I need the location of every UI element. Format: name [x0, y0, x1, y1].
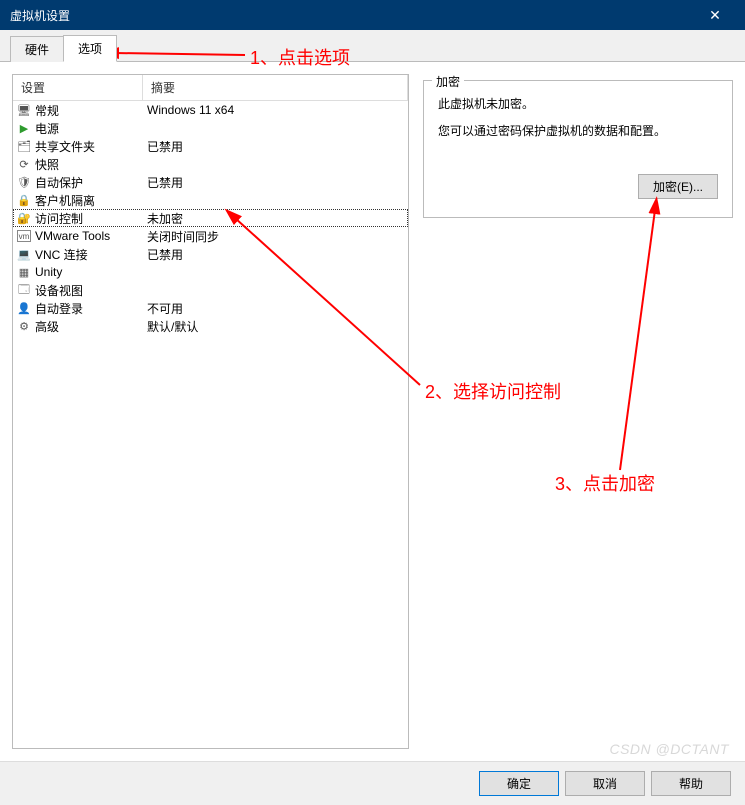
cell-setting: ▦ Unity: [13, 265, 143, 279]
list-row[interactable]: 🖥 常规 Windows 11 x64: [13, 101, 408, 119]
tab-options[interactable]: 选项: [63, 35, 117, 62]
content-area: 设置 摘要 🖥常规Windows 11 x64▶电源🗂共享文件夹已禁用⟳快照🛡自…: [0, 62, 745, 761]
list-row[interactable]: ▶ 电源: [13, 119, 408, 137]
row-icon: ▶: [17, 121, 31, 135]
help-button[interactable]: 帮助: [651, 771, 731, 796]
cell-setting: 🗔 设备视图: [13, 282, 143, 299]
row-label: Unity: [35, 265, 62, 279]
encryption-groupbox: 加密 此虚拟机未加密。 您可以通过密码保护虚拟机的数据和配置。 加密(E)...: [423, 80, 733, 218]
cell-setting: ▶ 电源: [13, 120, 143, 137]
cell-setting: 🛡 自动保护: [13, 174, 143, 191]
cell-setting: vm VMware Tools: [13, 229, 143, 243]
row-label: 共享文件夹: [35, 138, 95, 155]
row-label: 电源: [35, 120, 59, 137]
row-label: 客户机隔离: [35, 192, 95, 209]
list-header: 设置 摘要: [13, 75, 408, 101]
list-row[interactable]: 🗔 设备视图: [13, 281, 408, 299]
button-bar: 确定 取消 帮助: [0, 761, 745, 805]
row-label: 访问控制: [35, 210, 83, 227]
list-row[interactable]: 🛡 自动保护 已禁用: [13, 173, 408, 191]
list-row[interactable]: ⚙ 高级 默认/默认: [13, 317, 408, 335]
list-row[interactable]: ⟳ 快照: [13, 155, 408, 173]
cell-summary: 未加密: [143, 210, 408, 227]
cell-setting: ⟳ 快照: [13, 156, 143, 173]
header-summary[interactable]: 摘要: [143, 75, 408, 100]
cell-summary: 已禁用: [143, 246, 408, 263]
list-row[interactable]: 🔐 访问控制 未加密: [13, 209, 408, 227]
encryption-status-text: 此虚拟机未加密。: [438, 95, 718, 112]
right-panel: 加密 此虚拟机未加密。 您可以通过密码保护虚拟机的数据和配置。 加密(E)...: [423, 74, 733, 749]
watermark: CSDN @DCTANT: [609, 741, 729, 757]
settings-list: 设置 摘要 🖥常规Windows 11 x64▶电源🗂共享文件夹已禁用⟳快照🛡自…: [12, 74, 409, 749]
cell-setting: 🔒 客户机隔离: [13, 192, 143, 209]
row-icon: 💻: [17, 247, 31, 261]
cell-summary: 已禁用: [143, 174, 408, 191]
cell-setting: 🔐 访问控制: [13, 210, 143, 227]
cell-summary: 不可用: [143, 300, 408, 317]
cell-setting: 🗂 共享文件夹: [13, 138, 143, 155]
row-label: VNC 连接: [35, 246, 88, 263]
close-button[interactable]: ✕: [695, 0, 735, 30]
header-setting[interactable]: 设置: [13, 75, 143, 100]
window-title: 虚拟机设置: [10, 7, 70, 24]
row-icon: 🔒: [17, 193, 31, 207]
cell-setting: 👤 自动登录: [13, 300, 143, 317]
list-row[interactable]: 💻 VNC 连接 已禁用: [13, 245, 408, 263]
row-label: 常规: [35, 102, 59, 119]
row-label: 设备视图: [35, 282, 83, 299]
list-row[interactable]: vm VMware Tools 关闭时间同步: [13, 227, 408, 245]
close-icon: ✕: [709, 7, 721, 24]
encrypt-button[interactable]: 加密(E)...: [638, 174, 718, 199]
cell-summary: Windows 11 x64: [143, 103, 408, 117]
cell-summary: 默认/默认: [143, 318, 408, 335]
encryption-description-text: 您可以通过密码保护虚拟机的数据和配置。: [438, 122, 718, 139]
cell-summary: 关闭时间同步: [143, 228, 408, 245]
row-label: 高级: [35, 318, 59, 335]
row-icon: vm: [17, 230, 31, 242]
row-icon: 🔐: [17, 211, 31, 225]
tab-strip: 硬件 选项: [0, 30, 745, 62]
cell-setting: 🖥 常规: [13, 102, 143, 119]
list-row[interactable]: 🔒 客户机隔离: [13, 191, 408, 209]
groupbox-title: 加密: [432, 73, 464, 90]
cell-summary: 已禁用: [143, 138, 408, 155]
row-icon: ▦: [17, 265, 31, 279]
row-icon: 👤: [17, 301, 31, 315]
row-icon: ⟳: [17, 157, 31, 171]
cancel-button[interactable]: 取消: [565, 771, 645, 796]
row-icon: 🗂: [17, 139, 31, 153]
row-icon: 🖥: [17, 103, 31, 117]
cell-setting: ⚙ 高级: [13, 318, 143, 335]
ok-button[interactable]: 确定: [479, 771, 559, 796]
row-label: 快照: [35, 156, 59, 173]
row-label: VMware Tools: [35, 229, 110, 243]
row-label: 自动登录: [35, 300, 83, 317]
row-icon: ⚙: [17, 319, 31, 333]
list-row[interactable]: 🗂 共享文件夹 已禁用: [13, 137, 408, 155]
row-icon: 🛡: [17, 175, 31, 189]
list-body: 🖥常规Windows 11 x64▶电源🗂共享文件夹已禁用⟳快照🛡自动保护已禁用…: [13, 101, 408, 335]
row-icon: 🗔: [17, 283, 31, 297]
cell-setting: 💻 VNC 连接: [13, 246, 143, 263]
list-row[interactable]: ▦ Unity: [13, 263, 408, 281]
list-row[interactable]: 👤 自动登录 不可用: [13, 299, 408, 317]
tab-hardware[interactable]: 硬件: [10, 36, 64, 62]
row-label: 自动保护: [35, 174, 83, 191]
title-bar: 虚拟机设置 ✕: [0, 0, 745, 30]
